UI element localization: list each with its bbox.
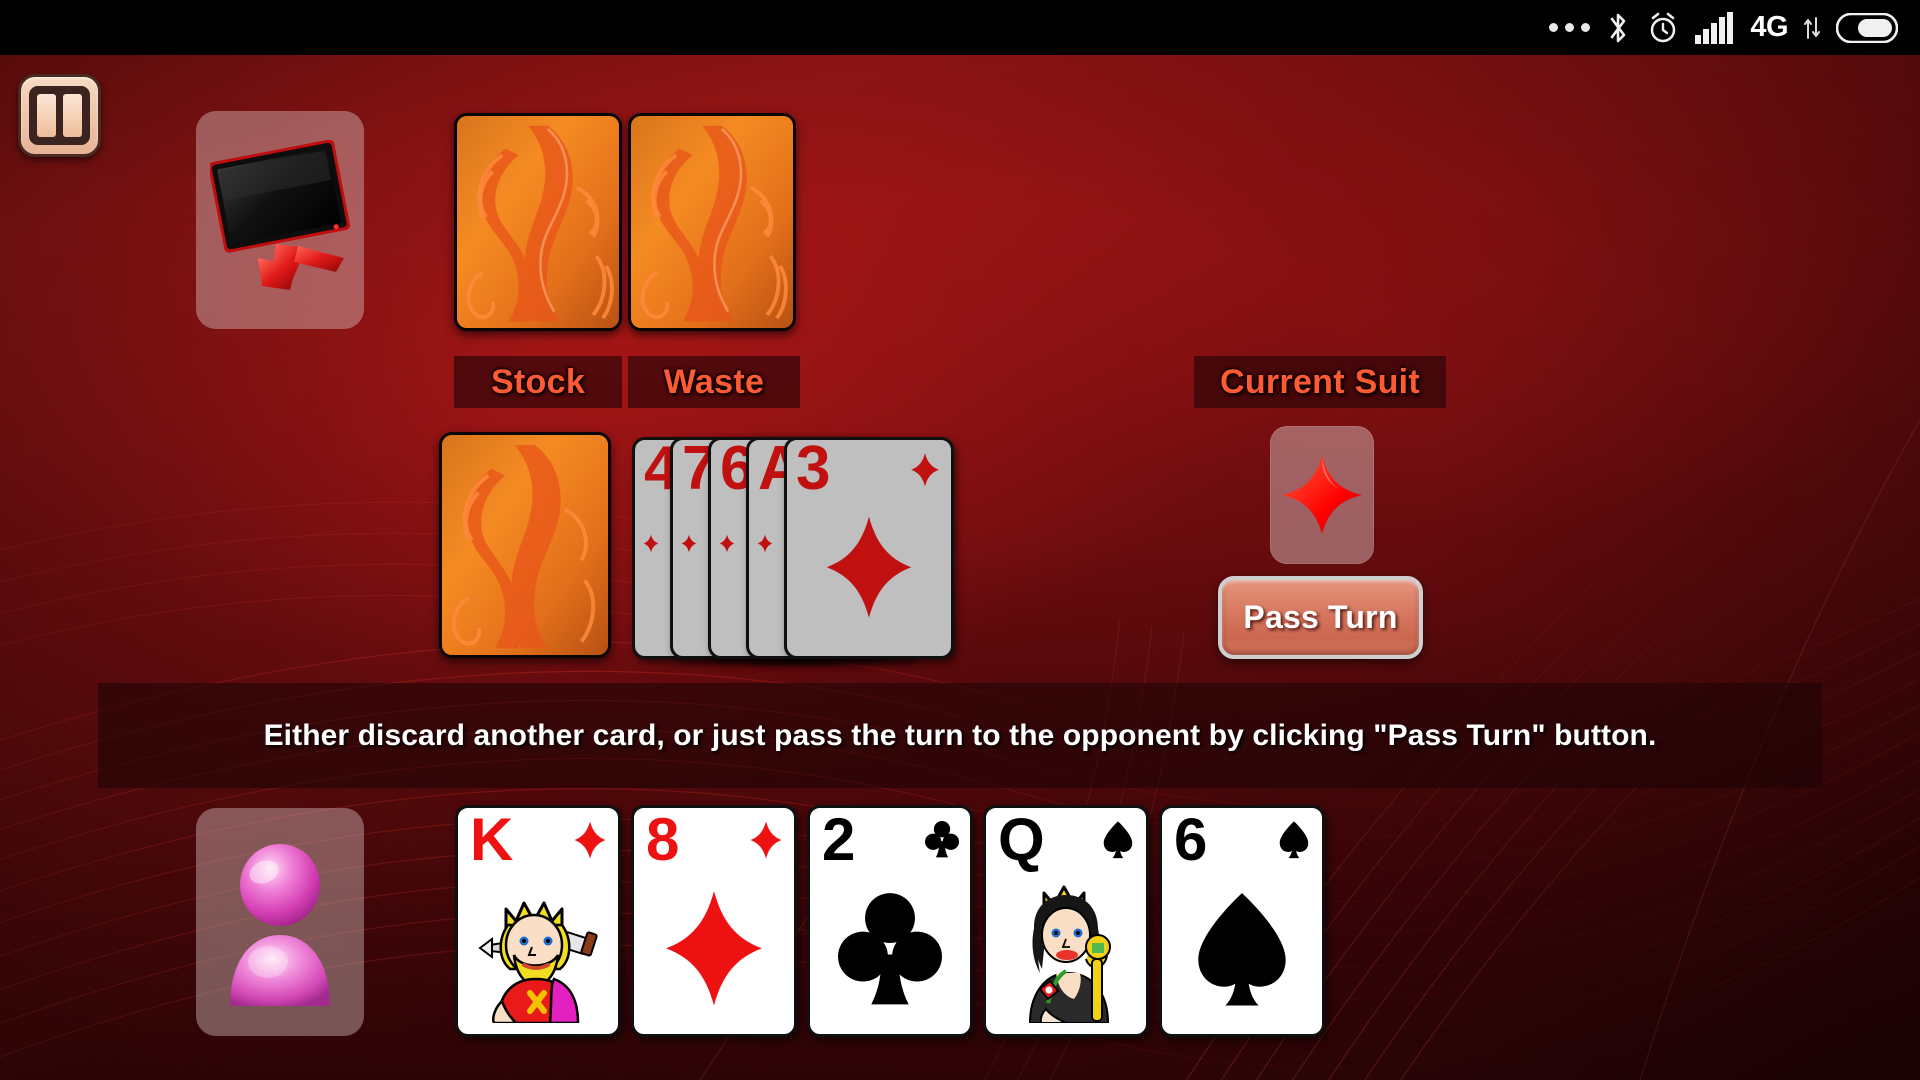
hint-text: Either discard another card, or just pas… (263, 718, 1657, 752)
pass-turn-button[interactable]: Pass Turn (1218, 576, 1423, 659)
card-small-pip (643, 534, 659, 558)
card-corner-suit (749, 820, 783, 865)
player-hand[interactable]: K 8 2 Q 6 (455, 805, 1325, 1037)
bluetooth-icon (1605, 10, 1631, 46)
pass-turn-label: Pass Turn (1243, 599, 1398, 635)
card-center-art (986, 870, 1146, 1026)
card-rank: 6 (1174, 806, 1208, 873)
more-dots-icon (1549, 23, 1591, 32)
signal-bars-icon (1695, 11, 1735, 44)
card-center-art (458, 870, 618, 1026)
card-small-pip (681, 534, 697, 558)
player-hand-card[interactable]: 6 (1159, 805, 1325, 1037)
player-hand-card[interactable]: 8 (631, 805, 797, 1037)
current-suit-label: Current Suit (1194, 356, 1446, 408)
card-rank: Q (998, 806, 1045, 873)
card-small-pip (757, 534, 773, 558)
player-hand-card[interactable]: Q (983, 805, 1149, 1037)
queen-figure-art (1028, 885, 1111, 1023)
card-center-art (1162, 870, 1322, 1026)
waste-pile[interactable] (628, 113, 796, 331)
pause-button[interactable] (18, 74, 101, 157)
computer-monitor-icon (210, 140, 350, 290)
card-center-art (634, 870, 794, 1026)
alarm-clock-icon (1646, 11, 1680, 45)
card-rank: 2 (822, 806, 856, 873)
opponent-hand-card[interactable] (439, 432, 611, 658)
player-avatar (196, 808, 364, 1036)
diamond-suit-icon (1282, 456, 1362, 534)
card-corner-suit (1101, 820, 1135, 864)
discard-card[interactable]: 3 (784, 437, 954, 659)
waste-label: Waste (628, 356, 800, 408)
card-corner-suit (1277, 820, 1311, 864)
pause-icon (29, 86, 90, 145)
current-suit-slot (1270, 426, 1374, 564)
hint-bar: Either discard another card, or just pas… (98, 683, 1822, 788)
king-figure-art (478, 901, 598, 1023)
card-small-pip (719, 534, 735, 558)
player-hand-card[interactable]: 2 (807, 805, 973, 1037)
opponent-avatar (196, 111, 364, 329)
card-corner-suit (573, 820, 607, 865)
status-bar: 4G (0, 0, 1920, 55)
card-center-art (810, 870, 970, 1026)
game-screen: 4G Stock Waste 4 7 6 A 3 Current Suit Pa… (0, 0, 1920, 1080)
player-hand-card[interactable]: K (455, 805, 621, 1037)
person-silhouette-icon (230, 844, 330, 1006)
discard-fan[interactable]: 476A3 (632, 437, 972, 659)
card-center-pip (787, 486, 951, 648)
network-type-label: 4G (1750, 11, 1788, 43)
stock-label: Stock (454, 356, 622, 408)
card-corner-suit (925, 820, 959, 863)
battery-icon (1836, 12, 1898, 43)
stock-pile[interactable] (454, 113, 622, 331)
card-rank: 8 (646, 806, 680, 873)
data-transfer-icon (1803, 16, 1821, 40)
card-rank: K (470, 806, 514, 873)
